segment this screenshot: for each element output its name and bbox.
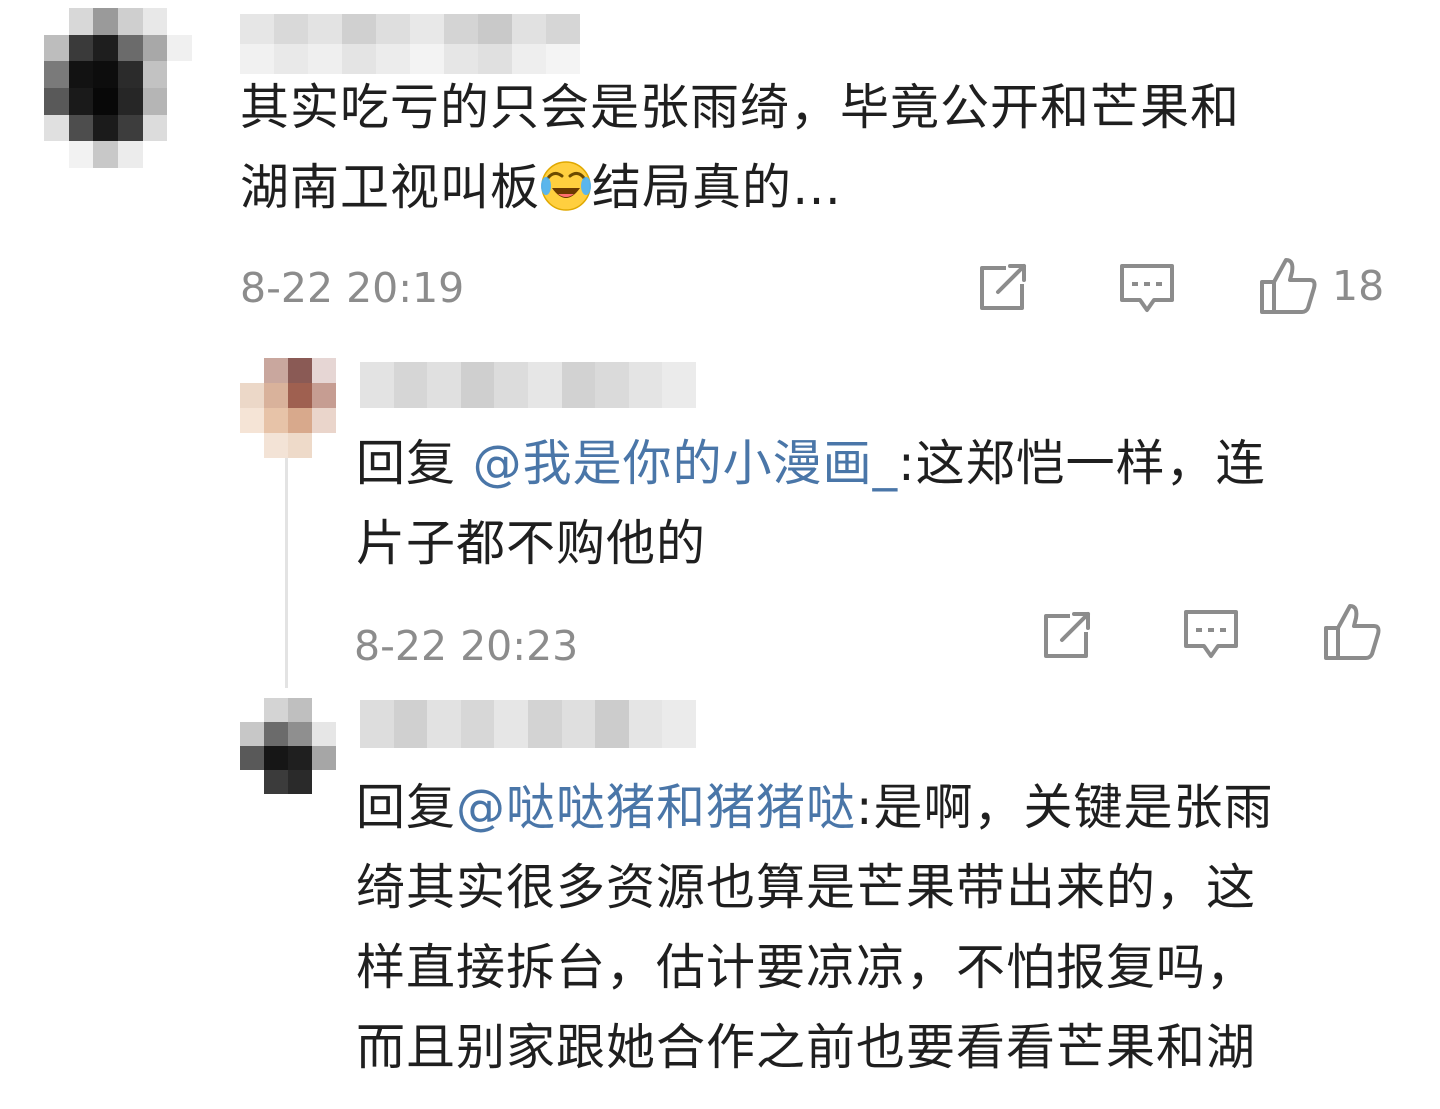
- reply-icon: [1120, 264, 1174, 312]
- reply-button[interactable]: [1118, 262, 1176, 316]
- reply-prefix: 回复: [356, 435, 473, 492]
- share-button[interactable]: [1040, 610, 1096, 662]
- comment-text: 回复@哒哒猪和猪猪哒:是啊，关键是张雨 绮其实很多资源也算是芒果带出来的，这 样…: [356, 779, 1274, 1076]
- share-button[interactable]: [976, 262, 1032, 314]
- like-button[interactable]: 18: [1258, 256, 1384, 316]
- reply-button[interactable]: [1182, 608, 1240, 662]
- username[interactable]: [360, 700, 696, 748]
- avatar[interactable]: [44, 8, 192, 168]
- thread-line: [285, 438, 288, 688]
- share-icon: [1044, 612, 1090, 658]
- username[interactable]: [240, 14, 580, 74]
- timestamp: 8-22 20:23: [354, 622, 579, 670]
- laugh-cry-emoji: [540, 160, 592, 212]
- username[interactable]: [360, 362, 696, 408]
- thumbs-up-icon: [1324, 604, 1381, 660]
- comment-text: 回复 @我是你的小漫画_:这郑恺一样，连 片子都不购他的: [356, 435, 1266, 572]
- reply-prefix: 回复: [356, 779, 457, 836]
- comment-text: 其实吃亏的只会是张雨绮，毕竟公开和芒果和 湖南卫视叫板 结局真的…: [240, 79, 1241, 216]
- like-button[interactable]: [1322, 602, 1382, 662]
- avatar[interactable]: [240, 698, 336, 794]
- like-count: 18: [1332, 262, 1385, 310]
- mention-link[interactable]: @我是你的小漫画_: [473, 435, 899, 492]
- reply-icon: [1184, 610, 1238, 658]
- thumbs-up-icon: [1260, 258, 1317, 314]
- mention-link[interactable]: @哒哒猪和猪猪哒: [456, 779, 856, 836]
- timestamp: 8-22 20:19: [240, 264, 465, 312]
- avatar[interactable]: [240, 358, 336, 458]
- share-icon: [980, 264, 1026, 310]
